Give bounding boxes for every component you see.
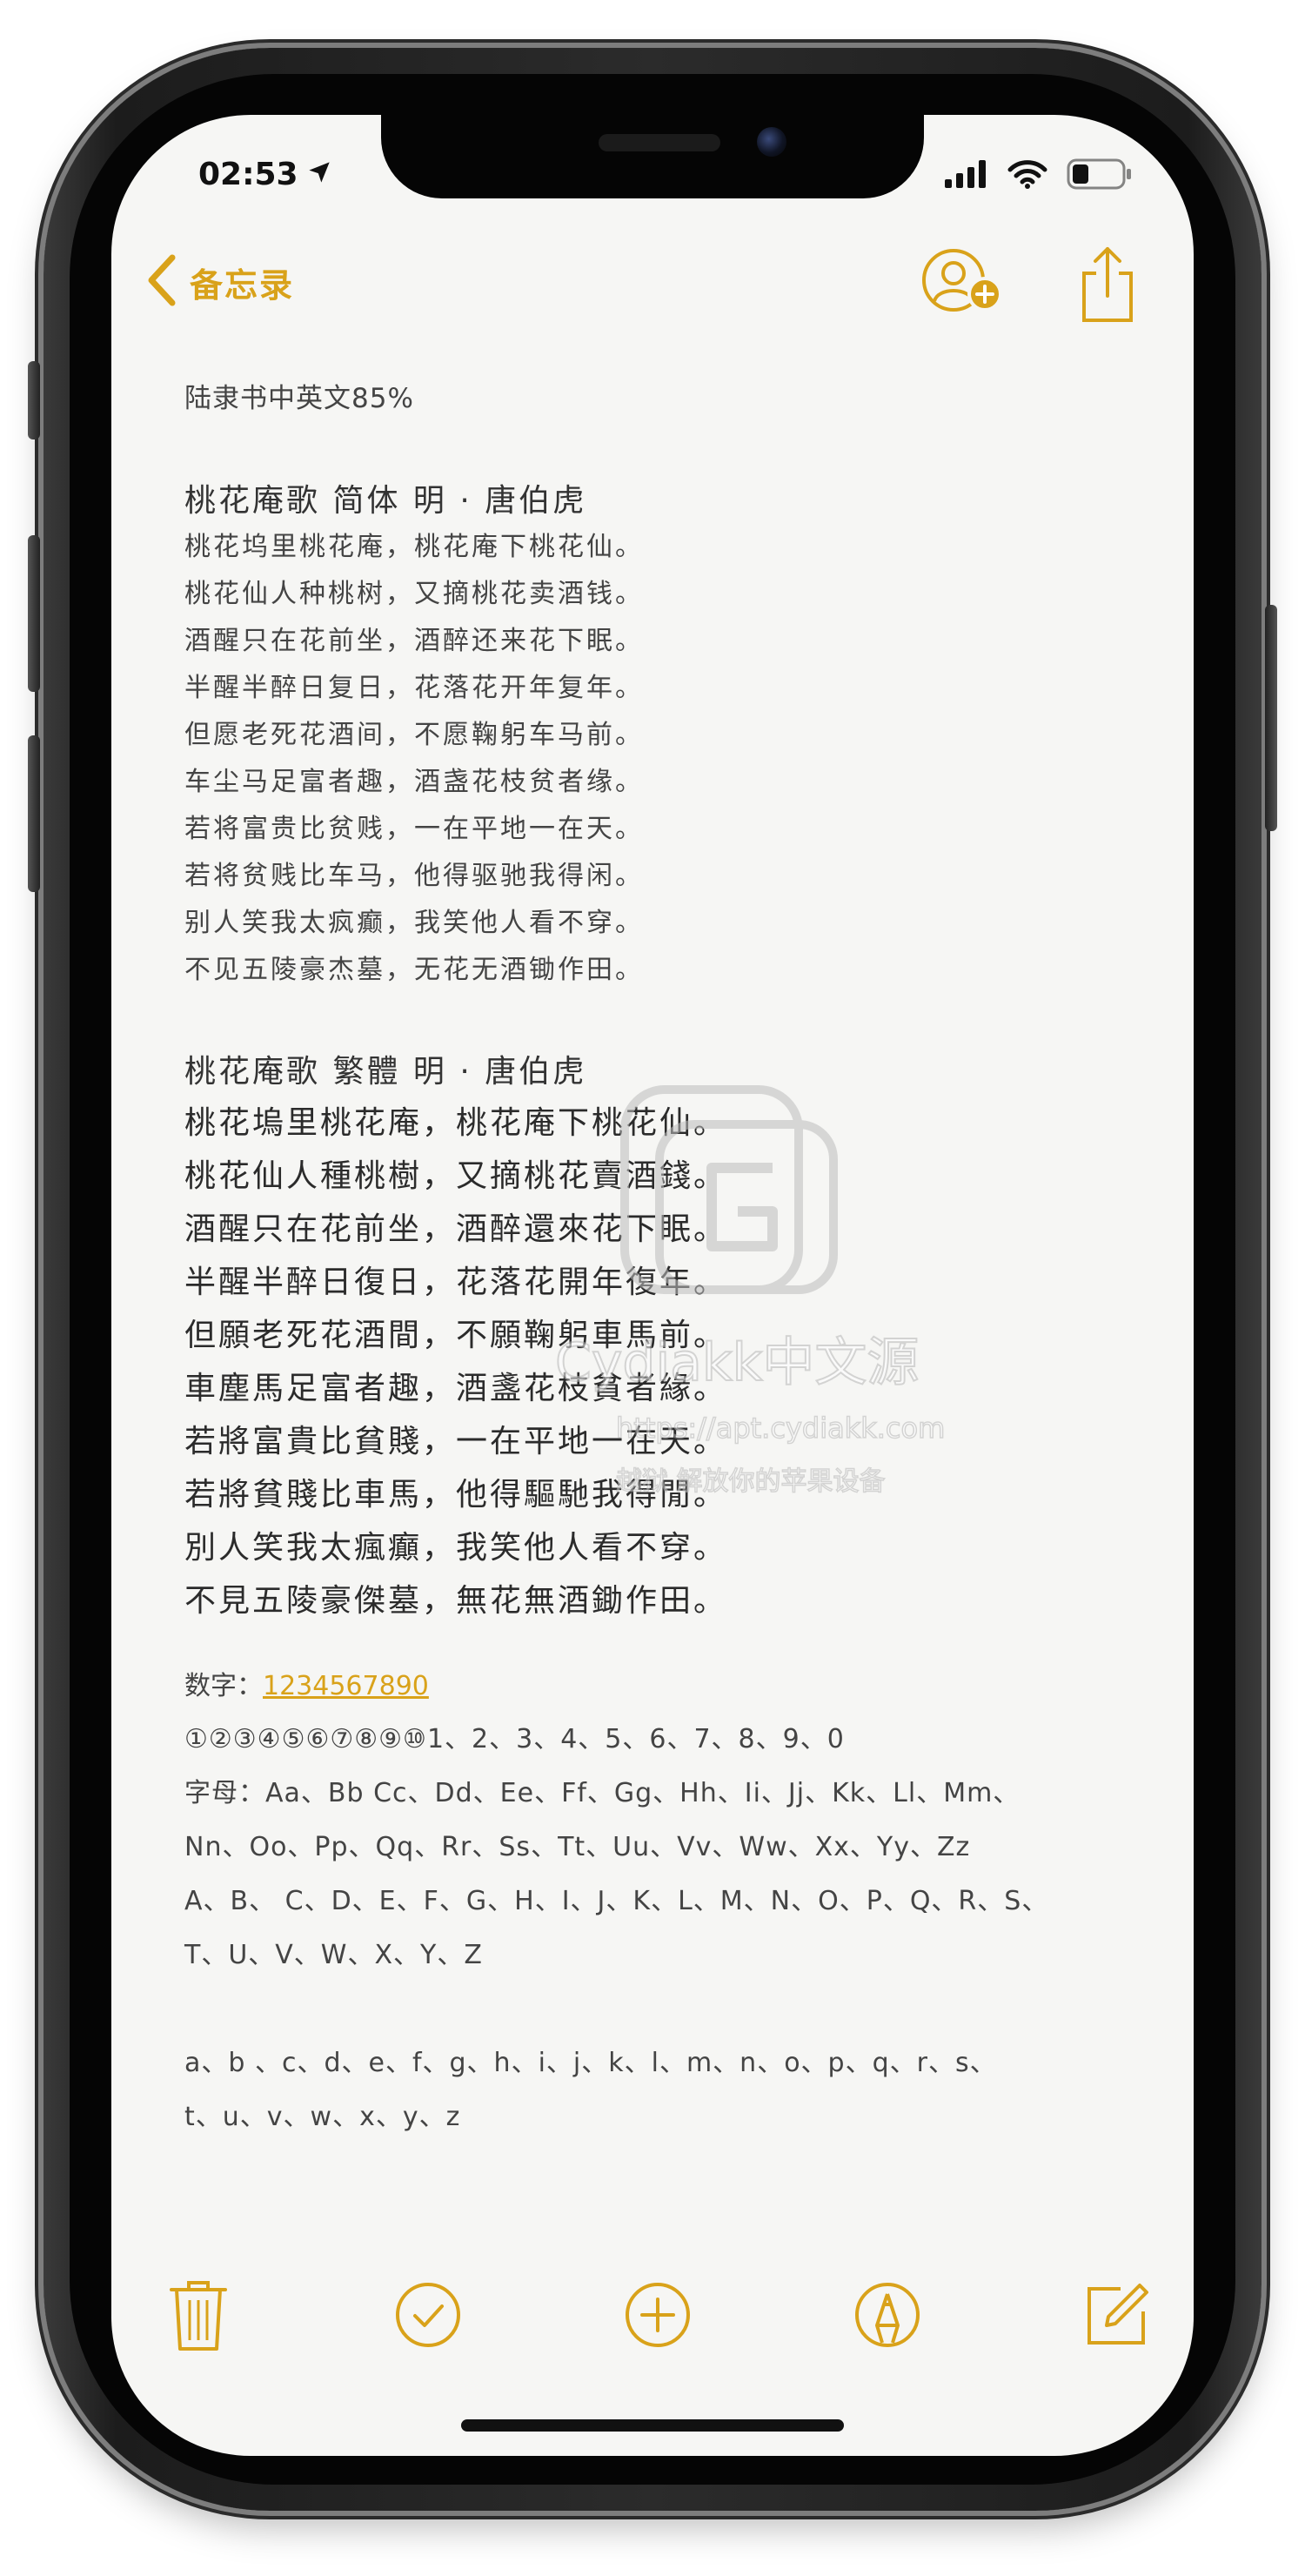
bottom-toolbar xyxy=(111,2273,1194,2369)
phone-number-link[interactable]: 1234567890 xyxy=(263,1671,429,1701)
poem-traditional-line: 桃花塢里桃花庵，桃花庵下桃花仙。 xyxy=(184,1105,728,1141)
poem-traditional-line: 桃花仙人種桃樹，又摘桃花賣酒錢。 xyxy=(184,1158,728,1194)
poem-traditional-line: 若將貧賤比車馬，他得驅馳我得閒。 xyxy=(184,1477,728,1513)
status-time: 02:53 xyxy=(198,157,331,192)
add-person-icon xyxy=(920,249,1007,320)
status-time-text: 02:53 xyxy=(198,157,298,192)
poem-simplified-line: 别人笑我太疯癫，我笑他人看不穿。 xyxy=(184,908,644,938)
share-button[interactable] xyxy=(1077,245,1138,327)
poem-simplified-line: 若将贫贱比车马，他得驱驰我得闲。 xyxy=(184,861,644,891)
add-person-button[interactable] xyxy=(920,247,1007,320)
silent-switch xyxy=(28,361,40,439)
numbers-label: 数字： xyxy=(184,1671,263,1701)
add-button[interactable] xyxy=(614,2273,701,2360)
font-note: 陆隶书中英文85% xyxy=(184,383,414,414)
numbers-row: 数字：1234567890 xyxy=(184,1660,1141,1713)
note-body[interactable]: 陆隶书中英文85% 桃花庵歌 简体 明 · 唐伯虎 桃花坞里桃花庵，桃花庵下桃花… xyxy=(184,376,1141,2144)
cellular-signal-icon xyxy=(945,160,988,191)
lowercase-line: a、b 、c、d、e、f、g、h、i、j、k、l、m、n、o、p、q、r、s、 xyxy=(184,2048,997,2078)
plus-circle-icon xyxy=(623,2280,693,2353)
back-button-label: 备忘录 xyxy=(190,265,295,305)
poem-simplified-line: 若将富贵比贫贱，一在平地一在天。 xyxy=(184,814,644,844)
lowercase-line: t、u、v、w、x、y、z xyxy=(184,2102,461,2132)
power-button xyxy=(1265,605,1277,831)
battery-icon xyxy=(1067,158,1133,193)
location-arrow-icon xyxy=(307,157,331,192)
poem-simplified-line: 但愿老死花酒间，不愿鞠躬车马前。 xyxy=(184,720,644,750)
markup-pen-icon xyxy=(853,2280,922,2353)
poem-traditional-line: 酒醒只在花前坐，酒醉還來花下眠。 xyxy=(184,1211,728,1247)
poem-simplified-title: 桃花庵歌 简体 明 · 唐伯虎 xyxy=(184,483,587,519)
screen: 02:53 备忘录 陆隶书中英文85% 桃花庵歌 简体 明 · 唐伯虎 桃花坞里… xyxy=(111,115,1194,2456)
notch xyxy=(381,115,924,198)
home-indicator[interactable] xyxy=(461,2419,844,2432)
compose-icon xyxy=(1082,2280,1152,2353)
poem-traditional-line: 車塵馬足富者趣，酒盞花枝貧者緣。 xyxy=(184,1371,728,1406)
checkmark-circle-icon xyxy=(393,2280,463,2353)
volume-up-button xyxy=(28,535,40,692)
circled-numbers-line: ①②③④⑤⑥⑦⑧⑨⑩1、2、3、4、5、6、7、8、9、0 xyxy=(184,1724,845,1754)
uppercase-line: A、B、 C、D、E、F、G、H、I、J、K、L、M、N、O、P、Q、R、S、 xyxy=(184,1886,1049,1916)
poem-traditional-line: 不見五陵豪傑墓，無花無酒鋤作田。 xyxy=(184,1583,728,1619)
earpiece-speaker xyxy=(599,134,720,151)
poem-simplified-line: 半醒半醉日复日，花落花开年复年。 xyxy=(184,673,644,703)
poem-simplified-line: 桃花仙人种桃树，又摘桃花卖酒钱。 xyxy=(184,579,644,609)
poem-traditional-title: 桃花庵歌 繁體 明 · 唐伯虎 xyxy=(184,1054,587,1090)
poem-traditional-line: 若將富貴比貧賤，一在平地一在天。 xyxy=(184,1424,728,1459)
wifi-icon xyxy=(1007,159,1047,192)
compose-button[interactable] xyxy=(1074,2273,1161,2360)
back-button[interactable]: 备忘录 xyxy=(146,254,294,310)
uppercase-line: T、U、V、W、X、Y、Z xyxy=(184,1940,483,1970)
letters-line: Nn、Oo、Pp、Qq、Rr、Ss、Tt、Uu、Vv、Ww、Xx、Yy、Zz xyxy=(184,1832,971,1862)
share-icon xyxy=(1077,247,1138,327)
checklist-button[interactable] xyxy=(385,2273,472,2360)
markup-button[interactable] xyxy=(844,2273,931,2360)
poem-traditional-line: 但願老死花酒間，不願鞠躬車馬前。 xyxy=(184,1318,728,1353)
trash-icon xyxy=(168,2277,229,2356)
poem-simplified-line: 车尘马足富者趣，酒盏花枝贫者缘。 xyxy=(184,767,644,797)
poem-simplified-line: 酒醒只在花前坐，酒醉还来花下眠。 xyxy=(184,626,644,656)
poem-simplified-line: 不见五陵豪杰墓，无花无酒锄作田。 xyxy=(184,955,644,985)
status-indicators xyxy=(945,158,1133,193)
front-camera xyxy=(757,127,786,157)
letters-line: 字母：Aa、Bb Cc、Dd、Ee、Ff、Gg、Hh、Ii、Jj、Kk、Ll、M… xyxy=(184,1778,1021,1808)
poem-simplified-line: 桃花坞里桃花庵，桃花庵下桃花仙。 xyxy=(184,532,644,562)
delete-button[interactable] xyxy=(155,2273,242,2360)
poem-traditional-line: 半醒半醉日復日，花落花開年復年。 xyxy=(184,1265,728,1300)
chevron-left-icon xyxy=(146,254,177,310)
poem-traditional-line: 別人笑我太瘋癲，我笑他人看不穿。 xyxy=(184,1530,728,1566)
volume-down-button xyxy=(28,735,40,892)
